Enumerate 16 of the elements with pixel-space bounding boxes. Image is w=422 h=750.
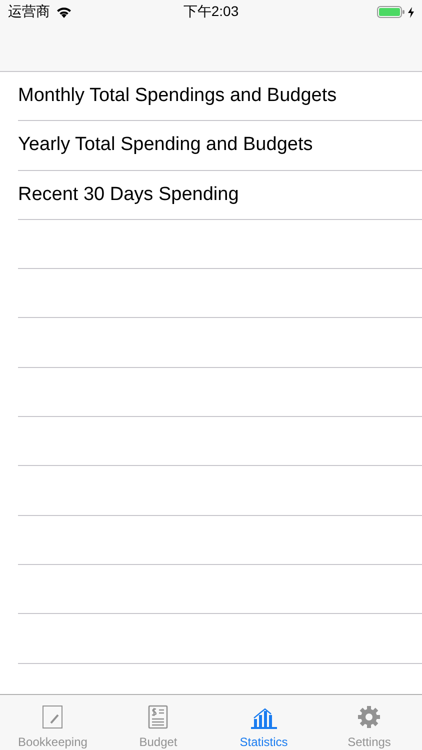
- clock-time: 下午2:03: [183, 3, 239, 19]
- tab-item[interactable]: Bookkeeping: [0, 695, 106, 750]
- wifi-icon: [56, 6, 72, 18]
- tab-item[interactable]: Settings: [316, 695, 422, 750]
- tab-item[interactable]: Budget: [106, 695, 211, 750]
- list-item[interactable]: Recent 30 Days Spending: [18, 184, 239, 206]
- charging-icon: [408, 6, 414, 18]
- list-item[interactable]: Monthly Total Spendings and Budgets: [18, 85, 337, 108]
- ledger-icon: [148, 705, 168, 729]
- note-icon: [42, 705, 64, 729]
- bar-chart-icon: [250, 707, 277, 729]
- settings-icon: [357, 705, 382, 729]
- tab-item[interactable]: Statistics: [211, 695, 316, 750]
- list-item[interactable]: Yearly Total Spending and Budgets: [18, 134, 313, 156]
- battery-icon: [377, 6, 405, 18]
- carrier-name: 运营商: [8, 3, 50, 21]
